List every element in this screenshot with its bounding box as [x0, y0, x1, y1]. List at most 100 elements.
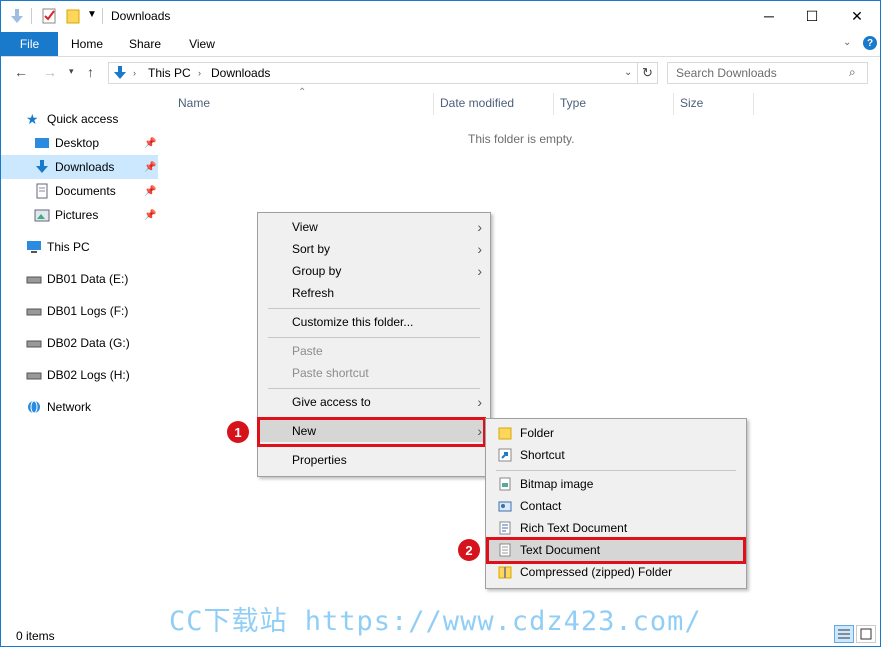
column-date-modified[interactable]: Date modified — [440, 96, 514, 110]
sidebar-label: Downloads — [55, 160, 115, 174]
sidebar-label: DB02 Logs (H:) — [47, 368, 130, 382]
search-icon[interactable]: ⌕ — [849, 65, 856, 80]
sidebar-item-this-pc[interactable]: This PC — [1, 235, 158, 259]
download-arrow-icon — [11, 9, 23, 23]
menu-label: Group by — [292, 264, 342, 278]
sidebar-label: Documents — [55, 184, 116, 198]
menu-item-paste[interactable]: Paste — [260, 340, 488, 362]
menu-item-group-by[interactable]: Group by › — [260, 260, 488, 282]
watermark: CC下载站 https://www.cdz423.com/ — [169, 606, 702, 637]
menu-label: Customize this folder... — [292, 315, 414, 329]
refresh-button[interactable]: ↻ — [638, 62, 658, 84]
menu-label: Properties — [292, 453, 347, 467]
sidebar-item-documents[interactable]: Documents 📌 — [1, 179, 158, 203]
chevron-right-icon: › — [477, 219, 482, 235]
tab-share[interactable]: Share — [121, 32, 169, 56]
help-icon[interactable]: ? — [863, 36, 877, 50]
menu-label: Give access to — [292, 395, 371, 409]
menu-label: Paste — [292, 344, 323, 358]
column-type[interactable]: Type — [560, 96, 586, 110]
crumb-separator-icon[interactable]: › — [133, 68, 136, 78]
sidebar-item-desktop[interactable]: Desktop 📌 — [1, 131, 158, 155]
explorer-window: ▼ Downloads ─ ☐ ✕ File Home Share View ⌄… — [0, 0, 881, 647]
back-icon[interactable]: ← — [14, 64, 28, 80]
menu-item-refresh[interactable]: Refresh — [260, 282, 488, 304]
menu-label: Bitmap image — [520, 477, 594, 491]
forward-icon[interactable]: → — [43, 64, 57, 80]
menu-item-paste-shortcut[interactable]: Paste shortcut — [260, 362, 488, 384]
menu-item-sort-by[interactable]: Sort by › — [260, 238, 488, 260]
menu-label: Paste shortcut — [292, 366, 369, 380]
column-name[interactable]: Name — [178, 96, 210, 110]
menu-label: Contact — [520, 499, 562, 513]
address-dropdown-icon[interactable]: ⌄ — [624, 67, 632, 78]
sidebar-label: DB02 Data (G:) — [47, 336, 130, 350]
search-input[interactable] — [668, 63, 846, 83]
submenu-item-bitmap[interactable]: Bitmap image — [488, 473, 744, 495]
menu-item-give-access[interactable]: Give access to › — [260, 391, 488, 413]
pin-icon[interactable]: 📌 — [144, 210, 156, 221]
details-view-button[interactable] — [834, 625, 854, 643]
sidebar-item-network[interactable]: Network — [1, 395, 158, 419]
sidebar-item-drive-g[interactable]: DB02 Data (G:) — [1, 331, 158, 355]
minimize-button[interactable]: ─ — [746, 1, 792, 31]
sidebar-label: This PC — [47, 240, 90, 254]
documents-icon — [36, 183, 48, 199]
network-icon — [28, 400, 40, 414]
sidebar-item-drive-h[interactable]: DB02 Logs (H:) — [1, 363, 158, 387]
sidebar-item-pictures[interactable]: Pictures 📌 — [1, 203, 158, 227]
sidebar-item-drive-e[interactable]: DB01 Data (E:) — [1, 267, 158, 291]
sort-indicator-icon: ⌃ — [298, 87, 307, 98]
submenu-item-shortcut[interactable]: Shortcut — [488, 444, 744, 466]
pin-icon[interactable]: 📌 — [144, 186, 156, 197]
menu-label: Sort by — [292, 242, 331, 256]
recent-locations-icon[interactable]: ▾ — [69, 66, 74, 77]
pin-icon[interactable]: 📌 — [144, 162, 156, 173]
sidebar-label: Pictures — [55, 208, 99, 222]
sidebar-item-quick-access[interactable]: ★ Quick access — [1, 107, 158, 131]
menu-label: Compressed (zipped) Folder — [520, 565, 673, 579]
up-icon[interactable]: ↑ — [87, 64, 94, 80]
tab-home[interactable]: Home — [63, 32, 111, 56]
window-title: Downloads — [111, 9, 171, 23]
sidebar-item-drive-f[interactable]: DB01 Logs (F:) — [1, 299, 158, 323]
bitmap-icon — [499, 477, 511, 491]
star-icon: ★ — [26, 111, 39, 127]
large-icons-view-button[interactable] — [856, 625, 876, 643]
zip-folder-icon — [498, 566, 512, 579]
chevron-right-icon: › — [477, 241, 482, 257]
menu-item-customize-folder[interactable]: Customize this folder... — [260, 311, 488, 333]
address-bar[interactable]: › This PC › Downloads ⌄ — [108, 62, 638, 84]
highlight-text-document — [486, 537, 746, 564]
submenu-item-contact[interactable]: Contact — [488, 495, 744, 517]
menu-item-view[interactable]: View › — [260, 216, 488, 238]
close-button[interactable]: ✕ — [834, 1, 880, 31]
crumb-this-pc[interactable]: This PC — [148, 66, 191, 80]
submenu-item-folder[interactable]: Folder — [488, 422, 744, 444]
menu-item-properties[interactable]: Properties — [260, 449, 488, 471]
sidebar-item-downloads[interactable]: Downloads 📌 — [1, 155, 158, 179]
properties-icon[interactable] — [41, 7, 57, 25]
new-folder-icon[interactable] — [65, 7, 81, 25]
expand-ribbon-icon[interactable]: ⌄ — [843, 37, 851, 48]
pictures-icon — [34, 209, 50, 222]
downloads-folder-icon — [114, 66, 126, 79]
chevron-right-icon: › — [477, 394, 482, 410]
drive-icon — [26, 340, 42, 348]
customize-qa-icon[interactable]: ▼ — [87, 9, 97, 27]
large-icons-view-icon — [860, 628, 872, 640]
submenu-item-rich-text[interactable]: Rich Text Document — [488, 517, 744, 539]
crumb-downloads[interactable]: Downloads — [211, 66, 270, 80]
tab-view[interactable]: View — [178, 32, 226, 56]
maximize-button[interactable]: ☐ — [789, 1, 835, 31]
contact-icon — [498, 501, 512, 512]
tab-file[interactable]: File — [1, 32, 58, 56]
submenu-item-zipped-folder[interactable]: Compressed (zipped) Folder — [488, 561, 744, 583]
downloads-icon — [36, 160, 48, 173]
crumb-separator-icon[interactable]: › — [198, 68, 201, 78]
folder-icon — [498, 427, 512, 440]
navigation-bar: ← → ▾ ↑ › This PC › Downloads ⌄ ↻ ⌕ — [1, 58, 880, 88]
search-box: ⌕ — [667, 62, 868, 84]
pin-icon[interactable]: 📌 — [144, 138, 156, 149]
column-size[interactable]: Size — [680, 96, 703, 110]
